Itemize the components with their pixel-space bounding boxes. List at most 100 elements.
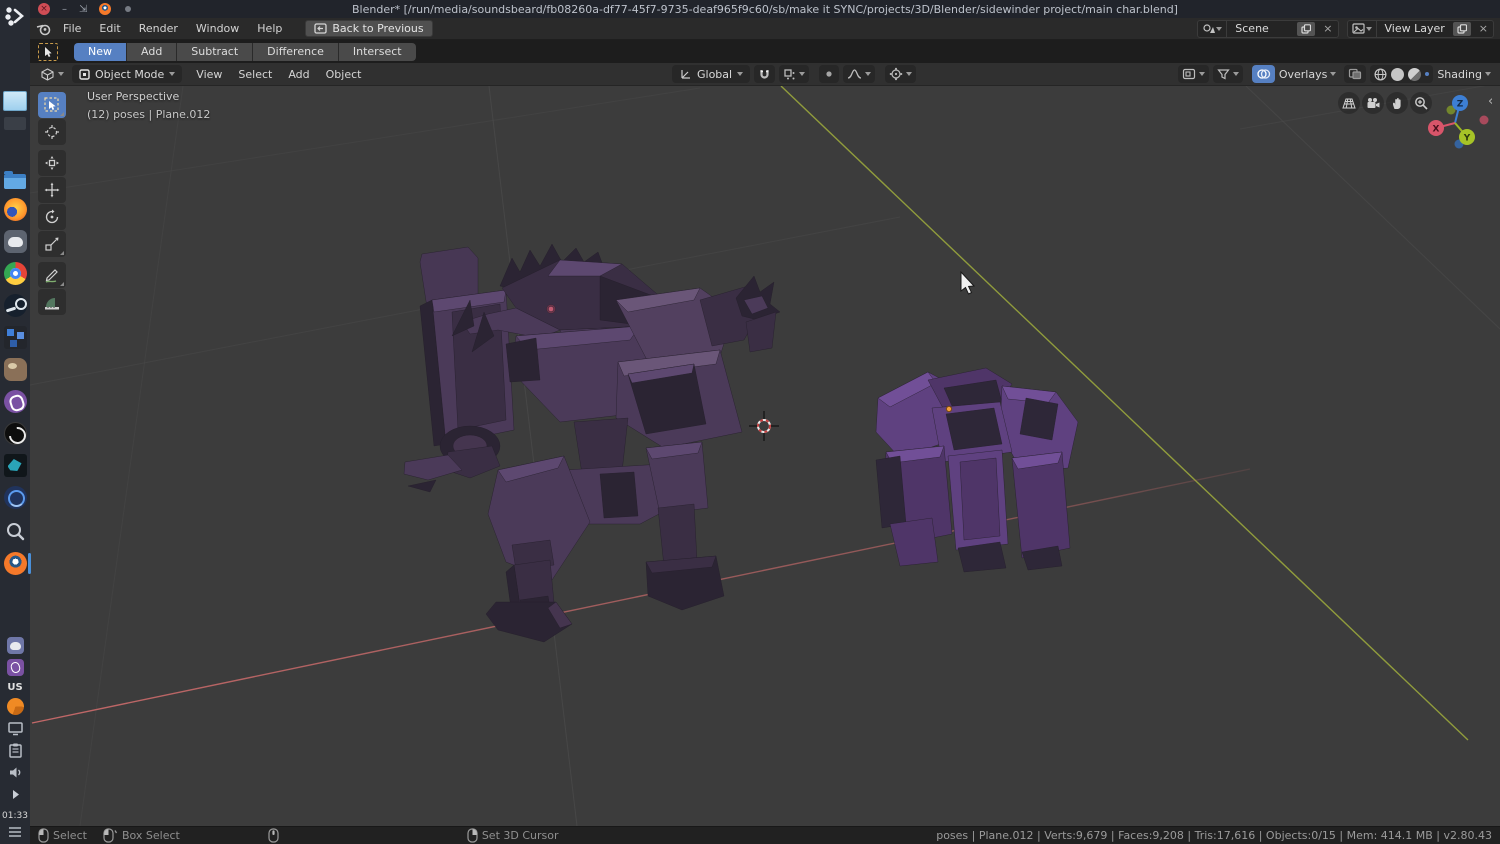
- scene-stats: poses | Plane.012 | Verts:9,679 | Faces:…: [936, 829, 1492, 842]
- window-thumbnail-dim[interactable]: [4, 117, 26, 130]
- volume-icon[interactable]: [7, 764, 24, 781]
- gimp-icon[interactable]: [3, 358, 27, 381]
- select-menu[interactable]: Select: [230, 68, 280, 81]
- new-scene-button[interactable]: [1297, 21, 1316, 36]
- shading-rendered-button[interactable]: [1425, 72, 1430, 76]
- editor-type-button[interactable]: [36, 65, 68, 83]
- visibility-dropdown[interactable]: [1212, 65, 1243, 83]
- remove-view-layer-button[interactable]: ×: [1474, 22, 1493, 35]
- hint-rotate-view: [268, 828, 283, 843]
- discord-icon[interactable]: [3, 230, 27, 253]
- menu-render[interactable]: Render: [130, 22, 187, 35]
- proportional-falloff-dropdown[interactable]: [843, 65, 876, 83]
- proportional-editing-toggle[interactable]: [819, 65, 840, 83]
- mode-subtract-button[interactable]: Subtract: [177, 42, 254, 61]
- object-origin-dot: [945, 405, 953, 413]
- tool-rotate[interactable]: [38, 204, 66, 230]
- orthographic-toggle-button[interactable]: [1338, 92, 1360, 114]
- navigation-gizmo[interactable]: Z X Y: [1428, 95, 1489, 149]
- tool-measure[interactable]: [38, 289, 66, 315]
- view-layer-icon: [1351, 22, 1365, 34]
- firefox-icon[interactable]: [3, 198, 27, 221]
- mode-difference-button[interactable]: Difference: [253, 42, 339, 61]
- snap-target-dropdown[interactable]: [779, 65, 810, 83]
- pivot-point-dropdown[interactable]: [885, 65, 917, 83]
- robot-main[interactable]: [403, 243, 781, 643]
- object-menu[interactable]: Object: [318, 68, 370, 81]
- mode-new-button[interactable]: New: [74, 42, 127, 61]
- unlink-scene-button[interactable]: ×: [1318, 22, 1337, 35]
- robot-second[interactable]: [875, 367, 1079, 573]
- overlays-dropdown[interactable]: Overlays: [1279, 65, 1341, 83]
- gizmo-neg-x-dot[interactable]: [1479, 115, 1489, 125]
- search-icon[interactable]: [4, 520, 27, 543]
- shading-wireframe-button[interactable]: [1374, 67, 1387, 81]
- blender-menu-logo-icon[interactable]: [36, 22, 54, 36]
- restore-button[interactable]: ⇲: [79, 4, 87, 15]
- display-tray-icon[interactable]: [7, 720, 24, 737]
- dock: US 01:33: [0, 0, 31, 844]
- xray-toggle[interactable]: [1344, 65, 1367, 83]
- menu-file[interactable]: File: [54, 22, 90, 35]
- expand-tray-icon[interactable]: [7, 786, 24, 803]
- minimize-button[interactable]: –: [62, 4, 67, 15]
- clipboard-tray-icon[interactable]: [7, 742, 24, 759]
- new-view-layer-button[interactable]: [1452, 21, 1471, 36]
- shading-solid-button[interactable]: [1391, 67, 1405, 81]
- close-button[interactable]: ×: [38, 3, 50, 15]
- titlebar-dot-icon: [125, 6, 132, 12]
- shading-material-button[interactable]: [1408, 67, 1422, 81]
- transform-orientation-selector[interactable]: Global: [672, 65, 751, 83]
- browse-view-layer-button[interactable]: [1348, 20, 1377, 37]
- active-tool-icon[interactable]: [38, 42, 58, 61]
- blender-titlebar-icon: [99, 3, 112, 15]
- transform-tool-icon: [45, 156, 59, 170]
- dock-menu-icon[interactable]: [7, 826, 23, 838]
- sidebar-collapse-arrow[interactable]: ‹: [1488, 94, 1493, 109]
- keyboard-layout-indicator[interactable]: US: [7, 682, 22, 693]
- discord-tray-icon[interactable]: [6, 637, 24, 654]
- tool-move[interactable]: [38, 177, 66, 203]
- scene-name[interactable]: Scene: [1227, 22, 1297, 35]
- blender-dock-icon[interactable]: [3, 552, 31, 575]
- teal-app-icon[interactable]: [3, 454, 27, 477]
- gizmos-dropdown[interactable]: [1177, 65, 1209, 83]
- steam-icon[interactable]: [3, 294, 27, 317]
- workspace-switcher-icon[interactable]: [4, 5, 26, 27]
- shading-dropdown[interactable]: Shading: [1437, 65, 1495, 83]
- file-manager-icon[interactable]: [4, 171, 26, 189]
- menu-edit[interactable]: Edit: [90, 22, 129, 35]
- tool-select-box[interactable]: [38, 92, 66, 118]
- tool-scale[interactable]: [38, 231, 66, 257]
- tool-cursor[interactable]: [38, 119, 66, 145]
- tool-annotate[interactable]: [38, 262, 66, 288]
- add-menu[interactable]: Add: [280, 68, 317, 81]
- chrome-icon[interactable]: [3, 262, 27, 285]
- obs-studio-icon[interactable]: [3, 422, 27, 445]
- pan-view-button[interactable]: [1386, 92, 1408, 114]
- menu-help[interactable]: Help: [248, 22, 291, 35]
- camera-view-button[interactable]: [1362, 92, 1384, 114]
- mode-selector[interactable]: Object Mode: [72, 65, 183, 83]
- display-options-group: Overlays Shading: [1177, 65, 1495, 83]
- mode-intersect-button[interactable]: Intersect: [338, 42, 416, 61]
- overlays-icon: [1257, 69, 1270, 79]
- view-layer-name[interactable]: View Layer: [1377, 22, 1453, 35]
- window-thumbnail[interactable]: [3, 91, 27, 111]
- mouse-pointer: [960, 270, 976, 295]
- view-menu[interactable]: View: [188, 68, 230, 81]
- retro-game-icon[interactable]: [3, 326, 27, 349]
- menu-window[interactable]: Window: [187, 22, 248, 35]
- mode-add-button[interactable]: Add: [127, 42, 178, 61]
- blue-app-icon[interactable]: [3, 486, 27, 509]
- back-to-previous-button[interactable]: Back to Previous: [305, 20, 433, 37]
- snap-toggle-button[interactable]: [754, 65, 776, 83]
- browse-scene-button[interactable]: [1198, 20, 1228, 37]
- viewport-3d[interactable]: Z X Y User Perspective (12) poses | Plan…: [30, 86, 1500, 826]
- zoom-view-button[interactable]: [1410, 92, 1432, 114]
- copyq-tray-icon[interactable]: [6, 698, 24, 715]
- viber-tray-icon[interactable]: [6, 659, 24, 676]
- tool-transform[interactable]: [38, 150, 66, 176]
- overlays-toggle[interactable]: [1251, 65, 1275, 83]
- viber-icon[interactable]: [3, 390, 27, 413]
